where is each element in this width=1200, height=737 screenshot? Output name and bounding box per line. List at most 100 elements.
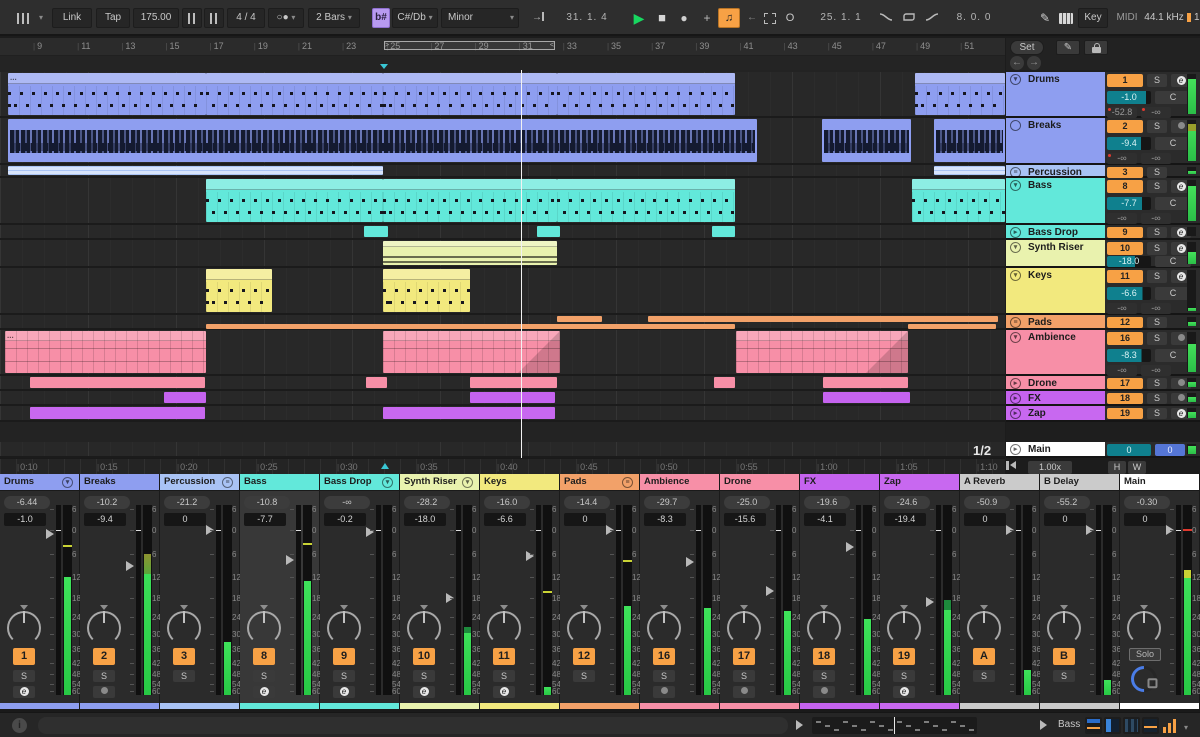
volume-field[interactable]: -18.0 <box>1107 256 1151 267</box>
track-arm-number-button[interactable]: 18 <box>1107 393 1143 404</box>
volume-field[interactable]: 0 <box>964 513 1006 526</box>
mixer-strip-pads[interactable]: Pads ≡ -14.4 0 6 0 6 12 18 24 30 36 42 48 54 60 12 S <box>560 474 641 712</box>
send-b-field[interactable]: -∞ <box>1141 213 1171 224</box>
clip[interactable] <box>934 166 1005 175</box>
beat-time-ruler[interactable]: 9111315171921232527293133353739414345474… <box>0 38 1005 56</box>
punch-out-icon[interactable] <box>922 8 942 28</box>
volume-field[interactable]: 0 <box>164 513 206 526</box>
volume-field[interactable]: -7.7 <box>1107 197 1151 210</box>
midi-map-button[interactable]: MIDI <box>1112 8 1142 28</box>
track-header-fx[interactable]: ▸ FX 18 S <box>1006 391 1200 406</box>
set-locator-button[interactable]: Set <box>1010 40 1044 55</box>
peak-level-display[interactable]: -14.4 <box>564 496 610 509</box>
mixer-strip-bass[interactable]: Bass -10.8 -7.7 6 0 6 12 18 24 30 36 42 48 54 60 8 Se <box>240 474 321 712</box>
peak-level-display[interactable]: -10.8 <box>244 496 290 509</box>
clip[interactable] <box>934 119 1005 162</box>
device-chain-play-icon[interactable] <box>1040 720 1047 730</box>
track-lane-bass-drop[interactable] <box>0 225 1005 240</box>
clip[interactable] <box>822 119 911 162</box>
device-activator-button[interactable]: e <box>493 686 515 698</box>
strip-name[interactable]: Keys <box>480 474 559 490</box>
track-arm-number-button[interactable]: 2 <box>1107 120 1143 133</box>
fader-lane[interactable] <box>1096 505 1101 695</box>
clip[interactable] <box>383 331 560 373</box>
solo-button[interactable]: S <box>253 670 275 682</box>
info-icon[interactable]: i <box>12 718 27 733</box>
device-thumbnail[interactable] <box>1123 717 1140 734</box>
track-lane-synth-riser[interactable] <box>0 240 1005 268</box>
next-locator-icon[interactable]: → <box>1027 56 1041 70</box>
clip[interactable] <box>648 316 998 322</box>
peak-level-display[interactable]: -29.7 <box>644 496 690 509</box>
computer-midi-keyboard-icon[interactable] <box>1057 8 1075 28</box>
peak-level-display[interactable]: -6.44 <box>4 496 50 509</box>
fader-lane[interactable] <box>456 505 461 695</box>
fader-handle[interactable] <box>126 560 134 571</box>
solo-button[interactable]: S <box>973 670 995 682</box>
fader-handle[interactable] <box>846 541 854 552</box>
send-b-field[interactable]: -∞ <box>1141 365 1171 376</box>
clip[interactable] <box>383 179 557 222</box>
send-b-field[interactable]: -∞ <box>1141 153 1171 164</box>
solo-button[interactable]: S <box>893 670 915 682</box>
fold-fold-icon[interactable]: ▾ <box>382 477 393 488</box>
solo-button[interactable]: S <box>13 670 35 682</box>
clip[interactable] <box>364 226 388 237</box>
track-arm-number-button[interactable]: 9 <box>1107 227 1143 238</box>
main-volume-field[interactable]: 0 <box>1107 444 1151 456</box>
midi-clip-preview[interactable] <box>812 717 977 734</box>
send-a-field[interactable]: -∞ <box>1107 213 1137 224</box>
peak-level-display[interactable]: -24.6 <box>884 496 930 509</box>
clip[interactable] <box>470 392 555 403</box>
insert-marker-icon[interactable] <box>380 64 388 69</box>
strip-name[interactable]: Bass Drop ▾ <box>320 474 399 490</box>
clip[interactable] <box>383 269 470 312</box>
device-activator-button[interactable]: e <box>893 686 915 698</box>
fold-burger-icon[interactable]: ≡ <box>622 477 633 488</box>
pan-knob[interactable] <box>1127 605 1161 645</box>
fader-lane[interactable] <box>536 505 541 695</box>
strip-name[interactable]: B Delay <box>1040 474 1119 490</box>
punch-in-icon[interactable] <box>876 8 896 28</box>
track-arm-number-button[interactable]: 3 <box>1107 167 1143 178</box>
fold-down-icon[interactable]: ▾ <box>1010 270 1021 281</box>
peak-level-display[interactable]: -25.0 <box>724 496 770 509</box>
volume-field[interactable]: -0.2 <box>324 513 366 526</box>
track-header-main[interactable]: ▸ Main 0 0 <box>1006 442 1200 458</box>
track-arm-number-button[interactable]: 18 <box>813 648 835 665</box>
mixer-strip-b-delay[interactable]: B Delay -55.2 0 6 0 6 12 18 24 30 36 42 48 54 60 B S <box>1040 474 1121 712</box>
clip[interactable] <box>164 392 206 403</box>
track-lane-drone[interactable] <box>0 376 1005 391</box>
midi-overdub-button[interactable]: ♫ <box>718 8 740 28</box>
send-b-field[interactable]: -∞ <box>1141 303 1171 314</box>
fold-play-icon[interactable]: ▸ <box>1010 393 1021 404</box>
clip[interactable] <box>8 166 383 175</box>
track-name[interactable]: ≡ Percussion <box>1006 165 1105 178</box>
track-lane-zap[interactable] <box>0 406 1005 422</box>
track-name[interactable]: ▸ Zap <box>1006 406 1105 420</box>
arrangement-overview-strip[interactable] <box>0 56 1005 70</box>
mixer-strip-drone[interactable]: Drone -25.0 -15.6 6 0 6 12 18 24 30 36 42 48 54 60 17 S <box>720 474 801 712</box>
main-pan-field[interactable]: 0 <box>1155 444 1185 456</box>
track-header-percussion[interactable]: ≡ Percussion 3 S <box>1006 165 1200 178</box>
device-thumbnail[interactable] <box>1142 717 1159 734</box>
track-lane-breaks[interactable] <box>0 118 1005 165</box>
clip[interactable] <box>736 331 908 373</box>
clip[interactable] <box>912 179 1005 222</box>
track-name[interactable]: ▸ Drone <box>1006 376 1105 389</box>
fader-lane[interactable] <box>696 505 701 695</box>
track-header-bass[interactable]: ▾ Bass 8 Se -7.7 C -∞ -∞ <box>1006 178 1200 225</box>
send-a-field[interactable]: -∞ <box>1107 303 1137 314</box>
track-name[interactable]: ▾ Keys <box>1006 268 1105 313</box>
solo-button[interactable]: S <box>1147 242 1167 255</box>
track-header-pads[interactable]: ≡ Pads 12 S <box>1006 315 1200 330</box>
arm-dot-button[interactable] <box>733 686 755 698</box>
clip-preview-play-icon[interactable] <box>796 720 803 730</box>
track-arm-number-button[interactable]: A <box>973 648 995 665</box>
fader-lane[interactable] <box>216 505 221 695</box>
track-lane-keys[interactable] <box>0 268 1005 315</box>
fold-burger-icon[interactable]: ≡ <box>1010 317 1021 328</box>
peak-level-display[interactable]: -19.6 <box>804 496 850 509</box>
strip-name[interactable]: Drums ▾ <box>0 474 79 490</box>
peak-level-display[interactable]: -50.9 <box>964 496 1010 509</box>
